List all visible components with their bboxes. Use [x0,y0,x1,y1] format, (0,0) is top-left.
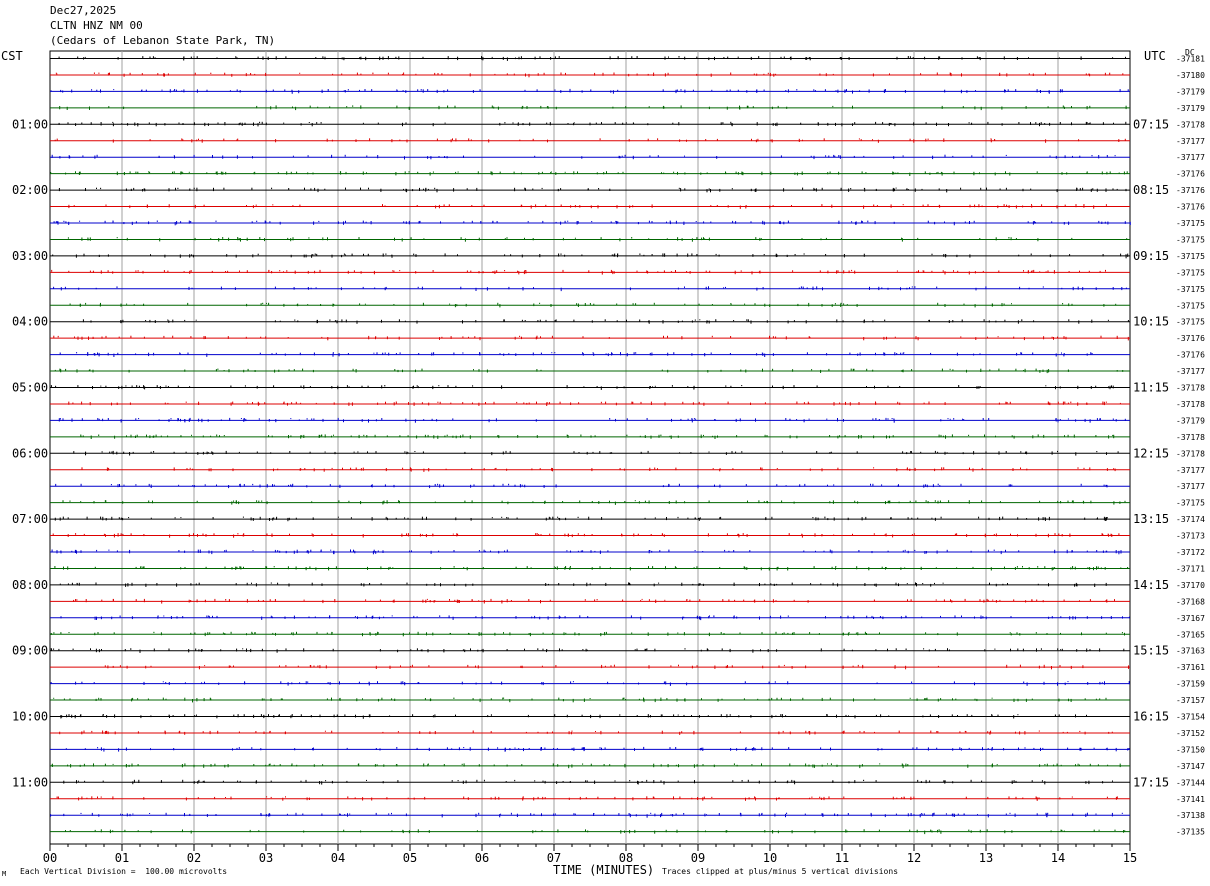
dc-offset-label: -37161 [1176,663,1205,672]
dc-offset-label: -37170 [1176,581,1205,590]
dc-offset-label: -37175 [1176,235,1205,244]
right-hour-label: 13:15 [1133,512,1169,526]
dc-offset-label: -37177 [1176,153,1205,162]
x-tick-label: 09 [691,851,705,865]
dc-offset-label: -37173 [1176,532,1205,541]
dc-offset-label: -37176 [1176,203,1205,212]
right-hour-label: 14:15 [1133,578,1169,592]
dc-offset-label: -37157 [1176,696,1205,705]
x-tick-label: 04 [331,851,345,865]
helicorder-plot: -37181 -37180 -37179 -37179 -37178 -37177 -371… [12,50,1205,865]
right-hour-label: 17:15 [1133,775,1169,789]
x-axis-title: TIME (MINUTES) [553,863,655,877]
dc-offset-label: -37176 [1176,186,1205,195]
dc-offset-label: -37179 [1176,87,1205,96]
dc-offset-label: -37150 [1176,745,1205,754]
dc-offset-label: -37177 [1176,367,1205,376]
dc-offset-label: -37177 [1176,466,1205,475]
dc-offset-label: -37152 [1176,729,1205,738]
right-hour-label: 08:15 [1133,183,1169,197]
dc-offset-label: -37172 [1176,548,1205,557]
x-tick-label: 01 [115,851,129,865]
dc-offset-label: -37154 [1176,713,1205,722]
left-hour-label: 04:00 [12,315,48,329]
dc-offset-label: -37175 [1176,499,1205,508]
dc-offset-label: -37144 [1176,778,1205,787]
plot-frame [49,50,1131,845]
dc-offset-label: -37178 [1176,384,1205,393]
x-tick-label: 03 [259,851,273,865]
dc-offset-label: -37180 [1176,71,1205,80]
left-hour-label: 10:00 [12,710,48,724]
x-tick-label: 12 [907,851,921,865]
dc-offset-label: -37179 [1176,104,1205,113]
dc-offset-label: -37175 [1176,318,1205,327]
x-tick-label: 05 [403,851,417,865]
dc-offset-label: -37178 [1176,449,1205,458]
dc-offset-label: -37175 [1176,252,1205,261]
dc-offset-label: -37175 [1176,301,1205,310]
dc-offset-label: -37171 [1176,564,1205,573]
left-hour-label: 05:00 [12,381,48,395]
right-hour-label: 07:15 [1133,117,1169,131]
corner-mark: M [2,870,7,878]
x-tick-label: 02 [187,851,201,865]
dc-offset-label: -37175 [1176,268,1205,277]
dc-offset-label: -37167 [1176,614,1205,623]
dc-offset-label: -37174 [1176,515,1205,524]
x-tick-label: 13 [979,851,993,865]
left-hour-label: 07:00 [12,512,48,526]
dc-offset-label: -37147 [1176,762,1205,771]
x-tick-label: 15 [1123,851,1137,865]
dc-offset-label: -37178 [1176,400,1205,409]
right-hour-label: 15:15 [1133,644,1169,658]
scale-note: Each Vertical Division = 100.00 microvol… [20,867,228,876]
left-hour-label: 11:00 [12,775,48,789]
dc-offset-label: -37141 [1176,795,1205,804]
left-hour-label: 01:00 [12,117,48,131]
dc-offset-label: -37163 [1176,647,1205,656]
dc-offset-label: -37181 [1176,55,1205,64]
left-hour-label: 03:00 [12,249,48,263]
dc-offset-label: -37175 [1176,219,1205,228]
dc-offset-label: -37176 [1176,334,1205,343]
right-hour-label: 10:15 [1133,315,1169,329]
right-hour-label: 16:15 [1133,710,1169,724]
dc-offset-label: -37168 [1176,597,1205,606]
x-tick-label: 11 [835,851,849,865]
dc-offset-label: -37176 [1176,351,1205,360]
left-hour-label: 09:00 [12,644,48,658]
x-tick-label: 00 [43,851,57,865]
dc-offset-label: -37135 [1176,828,1205,837]
x-tick-label: 06 [475,851,489,865]
right-hour-label: 11:15 [1133,381,1169,395]
dc-offset-label: -37175 [1176,285,1205,294]
dc-offset-label: -37165 [1176,630,1205,639]
dc-offset-label: -37159 [1176,680,1205,689]
x-tick-label: 10 [763,851,777,865]
dc-offset-label: -37178 [1176,120,1205,129]
dc-offset-label: -37179 [1176,416,1205,425]
clip-note: Traces clipped at plus/minus 5 vertical … [662,867,899,876]
left-hour-label: 08:00 [12,578,48,592]
dc-offset-label: -37138 [1176,811,1205,820]
dc-offset-label: -37178 [1176,433,1205,442]
left-hour-label: 02:00 [12,183,48,197]
x-tick-label: 14 [1051,851,1065,865]
left-hour-label: 06:00 [12,446,48,460]
dc-offset-label: -37177 [1176,482,1205,491]
right-hour-label: 12:15 [1133,446,1169,460]
dc-offset-label: -37177 [1176,137,1205,146]
dc-offset-label: -37176 [1176,170,1205,179]
right-hour-label: 09:15 [1133,249,1169,263]
